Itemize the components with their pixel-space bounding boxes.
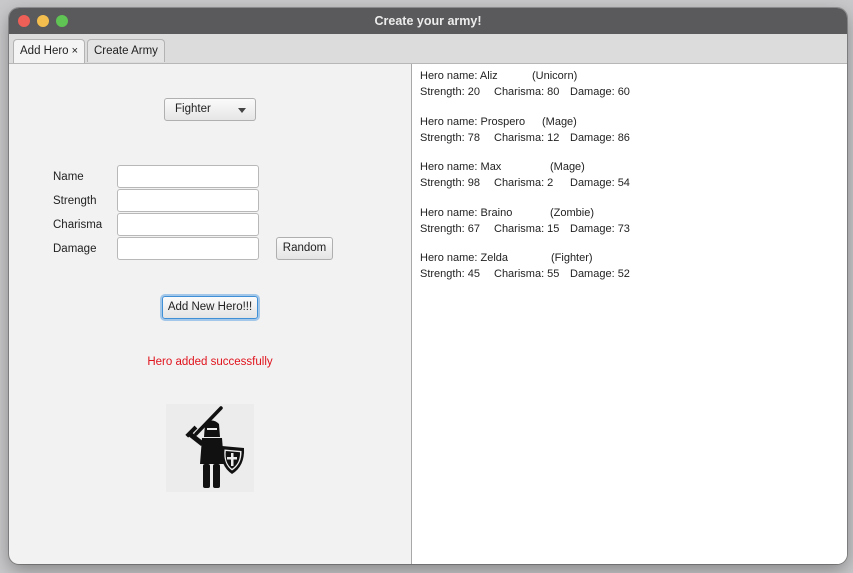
hero-type: (Mage) [550, 161, 585, 173]
tab-add-hero[interactable]: Add Hero × [13, 39, 86, 63]
strength-label: Strength [53, 195, 97, 207]
name-field[interactable] [117, 165, 259, 188]
window-title: Create your army! [374, 14, 482, 28]
tab-label: Add Hero [20, 45, 69, 57]
damage-field[interactable] [117, 237, 259, 260]
maximize-window-button[interactable] [56, 15, 68, 27]
hero-damage: Damage: 52 [570, 268, 630, 280]
status-message: Hero added successfully [147, 356, 273, 368]
hero-list-panel: Hero name: Aliz (Unicorn) Strength: 20 Cha… [411, 64, 847, 564]
hero-type: (Zombie) [550, 207, 595, 219]
add-new-hero-button[interactable]: Add New Hero!!! [162, 296, 258, 319]
title-bar: Create your army! [9, 8, 847, 34]
hero-type: (Fighter) [551, 252, 593, 264]
hero-type-value: Fighter [175, 103, 211, 115]
name-label: Name [53, 171, 84, 183]
hero-type: (Mage) [542, 116, 577, 128]
hero-name: Hero name: Aliz [420, 70, 498, 82]
hero-damage: Damage: 73 [570, 223, 630, 235]
hero-name: Hero name: Max [420, 161, 502, 173]
hero-name: Hero name: Braino [420, 207, 513, 219]
strength-field[interactable] [117, 189, 259, 212]
add-hero-panel: Fighter Name Strength Charisma Damage Ra… [9, 64, 411, 564]
hero-damage: Damage: 54 [570, 177, 630, 189]
charisma-label: Charisma [53, 219, 103, 231]
hero-strength: Strength: 78 [420, 132, 480, 144]
hero-damage: Damage: 60 [570, 86, 630, 98]
close-window-button[interactable] [18, 15, 30, 27]
hero-strength: Strength: 20 [420, 86, 480, 98]
hero-charisma: Charisma: 55 [494, 268, 560, 280]
app-window: Create your army! Add Hero × Create Army … [9, 8, 847, 564]
hero-damage: Damage: 86 [570, 132, 630, 144]
hero-strength: Strength: 67 [420, 223, 480, 235]
hero-type-select[interactable]: Fighter [164, 98, 256, 121]
hero-name: Hero name: Zelda [420, 252, 509, 264]
random-button[interactable]: Random [276, 237, 333, 260]
hero-strength: Strength: 98 [420, 177, 480, 189]
chevron-down-icon [238, 108, 246, 113]
charisma-field[interactable] [117, 213, 259, 236]
hero-type: (Unicorn) [532, 70, 578, 82]
hero-strength: Strength: 45 [420, 268, 480, 280]
minimize-window-button[interactable] [37, 15, 49, 27]
hero-charisma: Charisma: 80 [494, 86, 560, 98]
fighter-knight-icon [166, 404, 254, 492]
hero-name: Hero name: Prospero [420, 116, 526, 128]
hero-charisma: Charisma: 15 [494, 223, 560, 235]
tab-create-army[interactable]: Create Army [87, 39, 165, 62]
tab-bar: Add Hero × Create Army [9, 34, 847, 64]
damage-label: Damage [53, 243, 97, 255]
close-tab-icon[interactable]: × [72, 45, 78, 57]
hero-charisma: Charisma: 2 [494, 177, 554, 189]
tab-label: Create Army [94, 45, 158, 57]
hero-charisma: Charisma: 12 [494, 132, 560, 144]
